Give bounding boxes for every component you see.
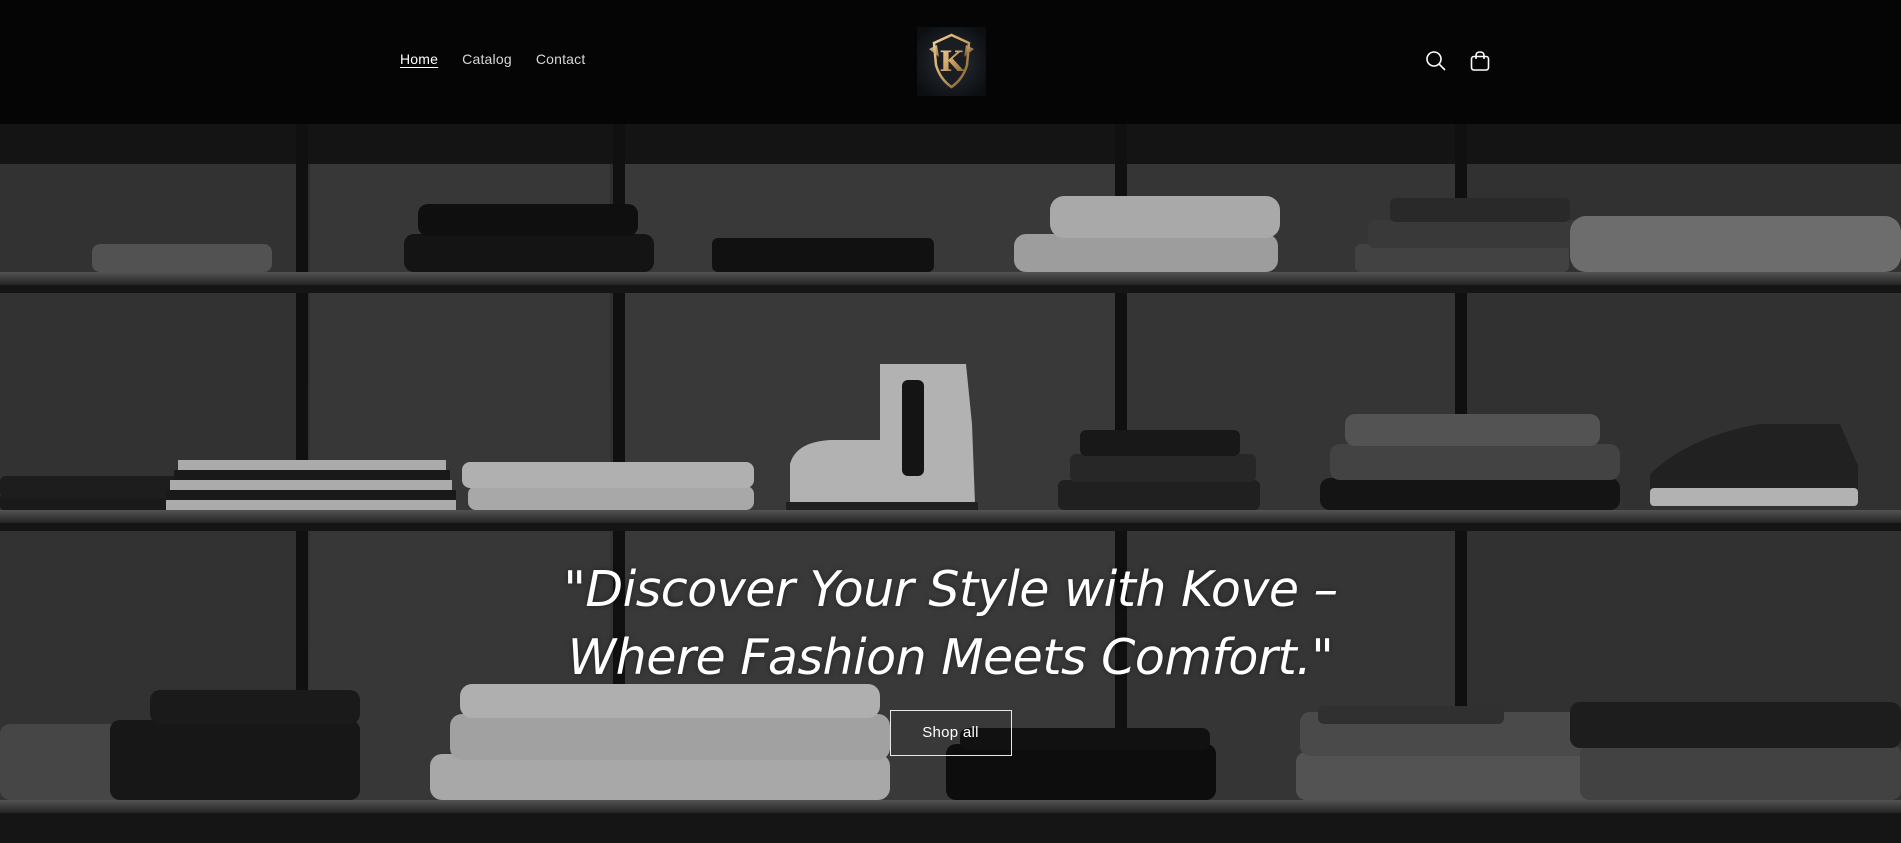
hero-heading: "Discover Your Style with Kove – Where F… [563, 561, 1338, 686]
nav-home-link[interactable]: Home [400, 51, 438, 67]
search-icon[interactable] [1424, 49, 1448, 73]
hero-banner: "Discover Your Style with Kove – Where F… [0, 124, 1901, 843]
shop-all-button[interactable]: Shop all [889, 710, 1012, 756]
main-nav: Home Catalog Contact [400, 51, 585, 67]
kove-shield-logo[interactable]: K [917, 27, 986, 96]
svg-text:K: K [939, 45, 965, 78]
nav-catalog-link[interactable]: Catalog [462, 51, 512, 67]
site-header: Home Catalog Contact K [0, 0, 1901, 124]
header-icons [1424, 49, 1492, 73]
cart-icon[interactable] [1468, 49, 1492, 73]
nav-contact-link[interactable]: Contact [536, 51, 586, 67]
hero-content: "Discover Your Style with Kove – Where F… [0, 556, 1901, 756]
